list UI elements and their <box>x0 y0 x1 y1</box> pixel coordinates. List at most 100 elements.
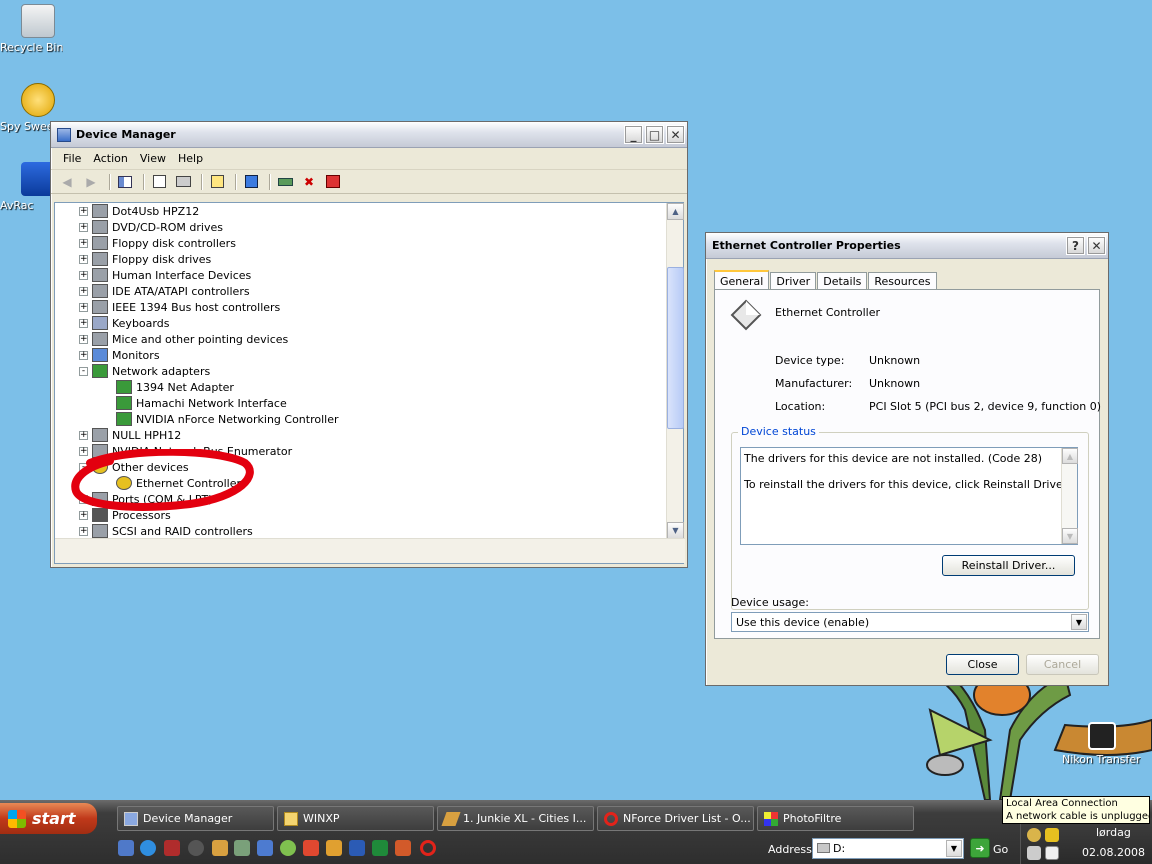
close-button[interactable]: ✕ <box>1087 236 1106 255</box>
tray-icon[interactable] <box>1045 828 1059 842</box>
expand-toggle[interactable]: + <box>79 238 88 248</box>
desktop-icon-recycle-bin[interactable]: Recycle Bin <box>0 4 76 54</box>
word-icon[interactable] <box>349 840 365 856</box>
show-hide-console-tree-icon[interactable] <box>115 173 135 191</box>
quicklaunch-icon[interactable] <box>118 840 134 856</box>
tree-item[interactable]: Ethernet Controller <box>103 475 241 491</box>
tree-item[interactable]: + DVD/CD-ROM drives <box>79 219 223 235</box>
help-icon[interactable] <box>207 173 227 191</box>
task-opera[interactable]: NForce Driver List - O... <box>597 806 754 831</box>
opera-icon[interactable] <box>420 840 436 856</box>
device-manager-titlebar[interactable]: Device Manager _ □ ✕ <box>51 122 687 148</box>
scroll-down-button[interactable]: ▼ <box>667 522 684 539</box>
tree-item[interactable]: + Processors <box>79 507 171 523</box>
network-icon[interactable] <box>1027 828 1041 842</box>
expand-toggle[interactable]: + <box>79 510 88 520</box>
maximize-button[interactable]: □ <box>645 125 664 144</box>
reinstall-driver-button[interactable]: Reinstall Driver... <box>942 555 1075 576</box>
tree-item[interactable]: Hamachi Network Interface <box>103 395 287 411</box>
status-scrollbar[interactable]: ▲ ▼ <box>1061 448 1078 544</box>
task-device-manager[interactable]: Device Manager <box>117 806 274 831</box>
tree-item[interactable]: + IEEE 1394 Bus host controllers <box>79 299 280 315</box>
minimize-button[interactable]: _ <box>624 125 643 144</box>
scroll-down-button[interactable]: ▼ <box>1062 528 1078 544</box>
utorrent-icon[interactable] <box>280 840 296 856</box>
close-button[interactable]: ✕ <box>666 125 685 144</box>
quicklaunch-icon[interactable] <box>164 840 180 856</box>
tree-item[interactable]: + SCSI and RAID controllers <box>79 523 253 539</box>
quicklaunch-icon[interactable] <box>326 840 342 856</box>
winamp-icon[interactable] <box>212 840 228 856</box>
expand-toggle[interactable]: + <box>79 430 88 440</box>
properties-titlebar[interactable]: Ethernet Controller Properties ? ✕ <box>706 233 1108 259</box>
expand-toggle[interactable]: + <box>79 526 88 536</box>
collapse-toggle[interactable]: - <box>79 462 88 472</box>
uninstall-device-icon[interactable] <box>323 173 343 191</box>
expand-toggle[interactable]: + <box>79 254 88 264</box>
tree-item[interactable]: + Dot4Usb HPZ12 <box>79 203 199 219</box>
start-button[interactable]: start <box>0 803 97 834</box>
update-driver-icon[interactable] <box>275 173 295 191</box>
collapse-toggle[interactable]: - <box>79 366 88 376</box>
tree-item[interactable]: 1394 Net Adapter <box>103 379 234 395</box>
expand-toggle[interactable]: + <box>79 446 88 456</box>
internet-explorer-icon[interactable] <box>140 840 156 856</box>
desktop-icon-nikon-transfer[interactable]: Nikon Transfer <box>1062 722 1142 766</box>
expand-toggle[interactable]: + <box>79 350 88 360</box>
expand-toggle[interactable]: + <box>79 206 88 216</box>
menu-action[interactable]: Action <box>87 152 133 165</box>
scroll-up-button[interactable]: ▲ <box>1062 448 1078 464</box>
task-winamp[interactable]: 1. Junkie XL - Cities I... <box>437 806 594 831</box>
address-input[interactable]: D: ▼ <box>812 838 964 859</box>
tree-item[interactable]: + Floppy disk controllers <box>79 235 236 251</box>
tab-resources[interactable]: Resources <box>868 272 937 289</box>
clock-date[interactable]: 02.08.2008 <box>1082 846 1145 859</box>
expand-toggle[interactable]: + <box>79 318 88 328</box>
tree-item[interactable]: + Human Interface Devices <box>79 267 251 283</box>
tree-item[interactable]: + Monitors <box>79 347 160 363</box>
print-icon[interactable] <box>173 173 193 191</box>
expand-toggle[interactable]: + <box>79 494 88 504</box>
tab-details[interactable]: Details <box>817 272 868 289</box>
network-balloon-tooltip[interactable]: Local Area Connection A network cable is… <box>1002 796 1150 824</box>
tab-general[interactable]: General <box>714 270 770 290</box>
tree-item[interactable]: NVIDIA nForce Networking Controller <box>103 411 339 427</box>
tree-item[interactable]: - Other devices <box>79 459 189 475</box>
task-winxp[interactable]: WINXP <box>277 806 434 831</box>
quicklaunch-icon[interactable] <box>303 840 319 856</box>
vertical-scrollbar[interactable]: ▲ ▼ <box>666 203 684 539</box>
excel-icon[interactable] <box>372 840 388 856</box>
expand-toggle[interactable]: + <box>79 302 88 312</box>
cancel-button[interactable]: Cancel <box>1026 654 1099 675</box>
tree-item[interactable]: + Floppy disk drives <box>79 251 211 267</box>
chevron-down-icon[interactable]: ▼ <box>1071 614 1087 630</box>
forward-arrow-icon[interactable]: ▶ <box>81 173 101 191</box>
tree-item[interactable]: + Keyboards <box>79 315 169 331</box>
steam-icon[interactable] <box>188 840 204 856</box>
scan-hardware-icon[interactable] <box>241 173 261 191</box>
task-photofiltre[interactable]: PhotoFiltre <box>757 806 914 831</box>
scroll-up-button[interactable]: ▲ <box>667 203 684 220</box>
tree-item[interactable]: - Network adapters <box>79 363 210 379</box>
close-dialog-button[interactable]: Close <box>946 654 1019 675</box>
menu-view[interactable]: View <box>134 152 172 165</box>
disable-device-icon[interactable]: ✖ <box>299 173 319 191</box>
tree-item[interactable]: + Ports (COM & LPT) <box>79 491 213 507</box>
expand-toggle[interactable]: + <box>79 286 88 296</box>
back-arrow-icon[interactable]: ◀ <box>57 173 77 191</box>
tree-item[interactable]: + NULL HPH12 <box>79 427 181 443</box>
mail-icon[interactable] <box>1045 846 1059 860</box>
device-usage-select[interactable]: Use this device (enable) ▼ <box>731 612 1089 632</box>
properties-icon[interactable] <box>149 173 169 191</box>
tree-item[interactable]: + IDE ATA/ATAPI controllers <box>79 283 250 299</box>
tree-item[interactable]: + NVIDIA Network Bus Enumerator <box>79 443 292 459</box>
device-status-text[interactable]: The drivers for this device are not inst… <box>740 447 1078 545</box>
chevron-down-icon[interactable]: ▼ <box>946 840 962 857</box>
tree-item[interactable]: + Mice and other pointing devices <box>79 331 288 347</box>
quicklaunch-icon[interactable] <box>234 840 250 856</box>
powerpoint-icon[interactable] <box>395 840 411 856</box>
scroll-thumb[interactable] <box>667 267 684 429</box>
expand-toggle[interactable]: + <box>79 334 88 344</box>
desktop-icon-spy-sweeper[interactable]: Spy Swee <box>0 83 76 133</box>
help-button[interactable]: ? <box>1066 236 1085 255</box>
